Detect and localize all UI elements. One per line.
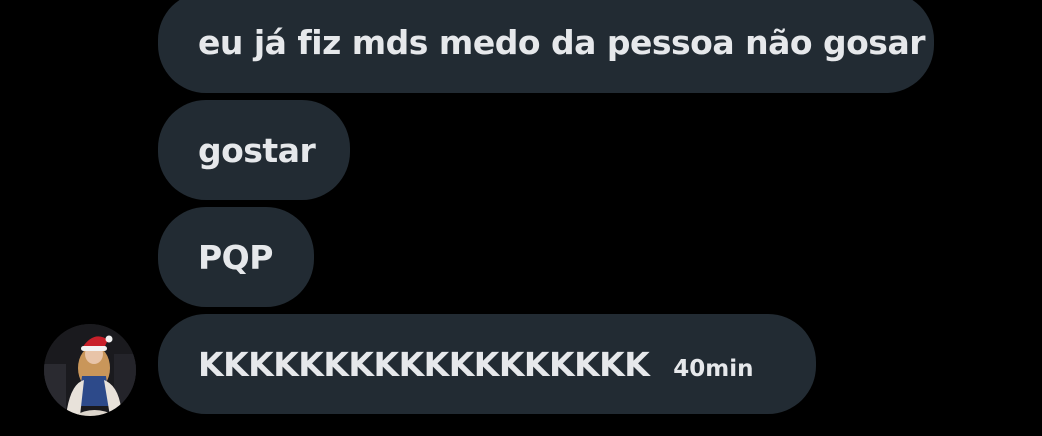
message-text: KKKKKKKKKKKKKKKKKK (198, 344, 650, 384)
message-text: gostar (198, 130, 316, 170)
message-thread: eu já fiz mds medo da pessoa não gosar g… (0, 0, 1042, 436)
message-bubble[interactable]: eu já fiz mds medo da pessoa não gosar (158, 0, 934, 93)
message-bubble[interactable]: PQP (158, 207, 314, 307)
message-text: eu já fiz mds medo da pessoa não gosar (198, 23, 925, 62)
message-bubble[interactable]: gostar (158, 100, 350, 200)
sender-avatar[interactable] (44, 324, 136, 416)
message-text: PQP (198, 237, 273, 277)
message-bubble[interactable]: KKKKKKKKKKKKKKKKKK 40min (158, 314, 816, 414)
message-timestamp: 40min (673, 356, 754, 382)
user-avatar-photo-icon (44, 324, 136, 416)
